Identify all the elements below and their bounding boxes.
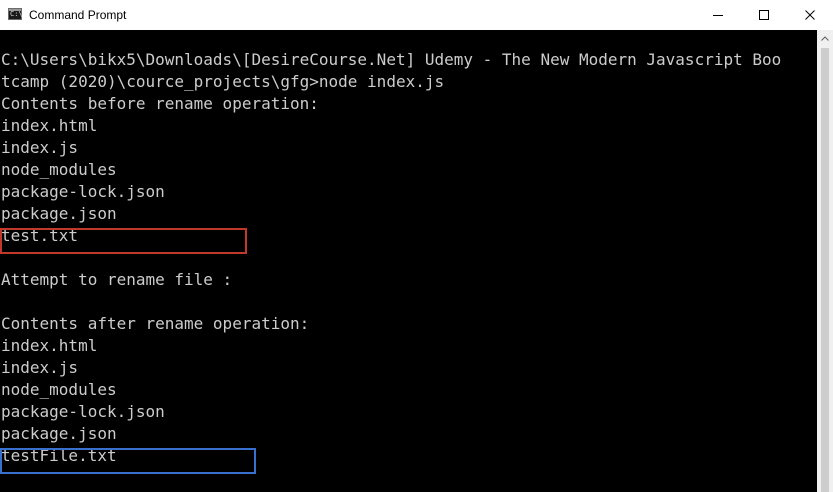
console-line: node_modules: [1, 160, 117, 179]
console-line-command: tcamp (2020)\cource_projects\gfg>node in…: [1, 72, 445, 91]
title-bar[interactable]: C:\ Command Prompt: [0, 0, 833, 30]
console-line: package-lock.json: [1, 182, 165, 201]
console-line-after-heading: Contents after rename operation:: [1, 314, 310, 333]
console-line: node_modules: [1, 380, 117, 399]
minimize-icon: [713, 15, 723, 16]
console-line: package.json: [1, 204, 117, 223]
close-button[interactable]: [787, 0, 833, 30]
vertical-scrollbar[interactable]: [817, 30, 833, 492]
maximize-icon: [759, 10, 769, 20]
window-title: Command Prompt: [29, 8, 127, 22]
console-line-before-heading: Contents before rename operation:: [1, 94, 319, 113]
console-line: index.html: [1, 336, 98, 355]
scrollbar-thumb[interactable]: [821, 48, 829, 492]
cmd-icon-glyph: C:\: [10, 10, 23, 18]
console-line: package.json: [1, 424, 117, 443]
console-line: index.html: [1, 116, 98, 135]
command-prompt-window: C:\ Command Prompt C:\Users\bikx5\Downlo…: [0, 0, 833, 492]
chevron-up-icon: [821, 36, 829, 41]
console-lines: C:\Users\bikx5\Downloads\[DesireCourse.N…: [1, 49, 781, 467]
console-line: package-lock.json: [1, 402, 165, 421]
console-line-blank: [1, 291, 781, 313]
console-line: index.js: [1, 138, 79, 157]
minimize-button[interactable]: [695, 0, 741, 30]
console-line-path: C:\Users\bikx5\Downloads\[DesireCourse.N…: [1, 50, 782, 69]
console-output[interactable]: C:\Users\bikx5\Downloads\[DesireCourse.N…: [0, 30, 817, 492]
console-line-rename-attempt: Attempt to rename file :: [1, 270, 233, 289]
maximize-button[interactable]: [741, 0, 787, 30]
close-icon: [805, 10, 815, 20]
scroll-up-button[interactable]: [817, 30, 833, 47]
cmd-icon: C:\: [8, 8, 23, 20]
after-highlight-box: [0, 448, 256, 474]
console-line: index.js: [1, 358, 79, 377]
before-highlight-box: [0, 228, 247, 254]
